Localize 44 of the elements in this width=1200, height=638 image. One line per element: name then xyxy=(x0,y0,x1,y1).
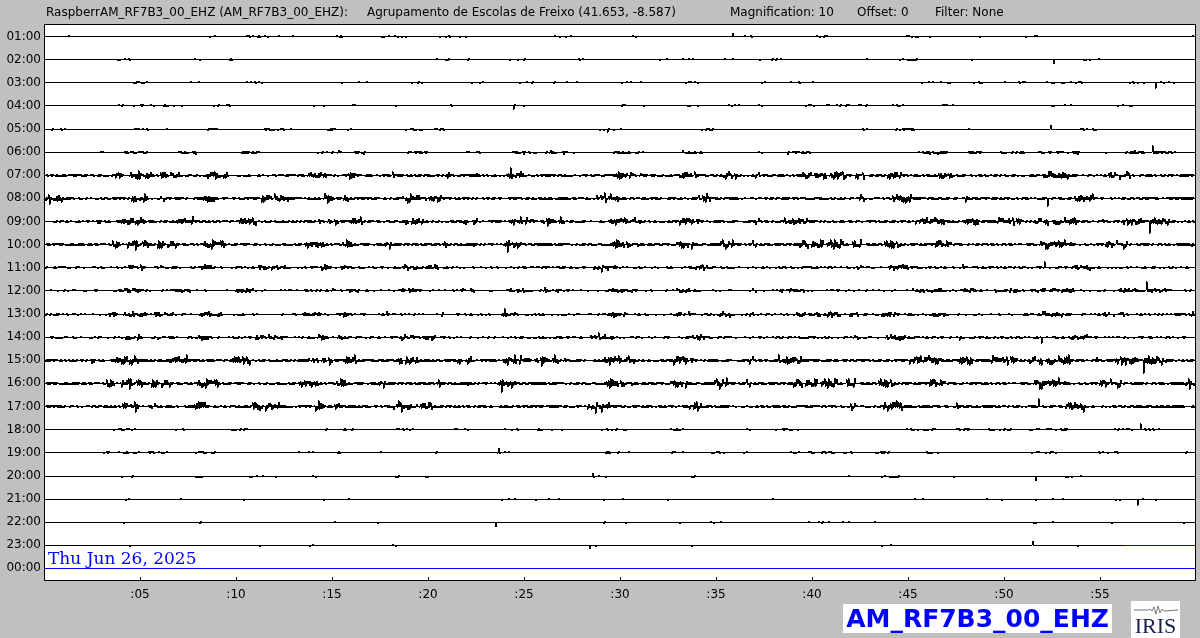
time-label: 11:00 xyxy=(6,258,41,276)
time-label: 08:00 xyxy=(6,189,41,207)
x-tick-label: :05 xyxy=(130,586,150,603)
magnification-label: Magnification: 10 xyxy=(730,4,835,21)
time-label: 12:00 xyxy=(6,281,41,299)
x-tick-label: :35 xyxy=(706,586,726,603)
x-tick-label: :45 xyxy=(898,586,918,603)
x-tick-label: :10 xyxy=(226,586,246,603)
time-label: 13:00 xyxy=(6,305,41,323)
x-tick-label: :55 xyxy=(1090,586,1110,603)
x-tick-label: :15 xyxy=(322,586,342,603)
offset-label: Offset: 0 xyxy=(857,4,910,21)
time-label: 17:00 xyxy=(6,397,41,415)
time-label: 02:00 xyxy=(6,50,41,68)
time-label: 14:00 xyxy=(6,328,41,346)
time-label: 19:00 xyxy=(6,443,41,461)
channel-label: AM_RF7B3_00_EHZ xyxy=(843,604,1112,633)
x-tick-label: :40 xyxy=(802,586,822,603)
logo-text: IRIS xyxy=(1134,615,1177,638)
time-label: 15:00 xyxy=(6,351,41,369)
time-label: 03:00 xyxy=(6,73,41,91)
filter-label: Filter: None xyxy=(935,4,1004,21)
time-label: 23:00 xyxy=(6,536,41,554)
waveform-icon xyxy=(1133,605,1178,615)
time-label: 05:00 xyxy=(6,120,41,138)
time-label: 06:00 xyxy=(6,143,41,161)
time-label: 20:00 xyxy=(6,466,41,484)
location-title: Agrupamento de Escolas de Freixo (41.653, -8.587) xyxy=(367,4,677,21)
time-label: 00:00 xyxy=(6,559,41,577)
time-label: 22:00 xyxy=(6,513,41,531)
time-label: 01:00 xyxy=(6,27,41,45)
time-label: 10:00 xyxy=(6,235,41,253)
x-tick-label: :20 xyxy=(418,586,438,603)
time-label: 09:00 xyxy=(6,212,41,230)
x-tick-label: :25 xyxy=(514,586,534,603)
x-tick-label: :30 xyxy=(610,586,630,603)
time-label: 07:00 xyxy=(6,166,41,184)
date-label: Thu Jun 26, 2025 xyxy=(48,550,197,567)
time-label: 21:00 xyxy=(6,490,41,508)
x-tick-label: :50 xyxy=(994,586,1014,603)
time-label: 18:00 xyxy=(6,420,41,438)
time-label: 16:00 xyxy=(6,374,41,392)
time-label: 04:00 xyxy=(6,96,41,114)
station-title: RaspberrAM_RF7B3_00_EHZ (AM_RF7B3_00_EHZ): xyxy=(46,4,349,21)
